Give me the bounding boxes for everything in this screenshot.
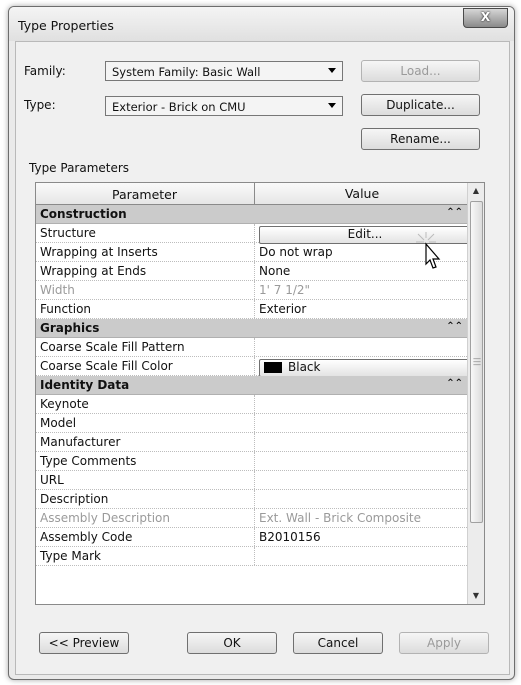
param-name: Structure [40,226,96,240]
param-name: Description [40,492,109,506]
param-name: Keynote [40,397,89,411]
param-name: Assembly Description [40,511,170,525]
param-name: Coarse Scale Fill Color [40,359,173,373]
table-row[interactable]: Type Mark [36,547,469,566]
table-row[interactable]: Coarse Scale Fill Pattern [36,338,469,357]
ok-button[interactable]: OK [187,632,277,654]
group-name: Construction [40,207,127,221]
chevron-double-up-icon[interactable]: ⌃⌃ [446,321,463,332]
group-header-graphics[interactable]: Graphics ⌃⌃ [36,319,469,338]
table-row[interactable]: Model [36,414,469,433]
param-name: Type Mark [40,549,101,563]
chevron-down-icon [328,68,336,73]
preview-button[interactable]: << Preview [39,632,129,654]
param-value[interactable]: Exterior [259,302,306,316]
table-row[interactable]: Description [36,490,469,509]
table-row[interactable]: Wrapping at Inserts Do not wrap [36,243,469,262]
group-header-construction[interactable]: Construction ⌃⌃ [36,205,469,224]
param-name: Model [40,416,77,430]
family-value: System Family: Basic Wall [112,65,261,79]
group-name: Identity Data [40,378,130,392]
table-row[interactable]: Assembly Code B2010156 [36,528,469,547]
color-name: Black [288,360,321,374]
type-label: Type: [24,98,56,112]
type-value: Exterior - Brick on CMU [112,100,246,114]
param-value[interactable]: B2010156 [259,530,321,544]
type-properties-dialog: Type Properties X Family: System Family:… [8,6,515,680]
vertical-scrollbar[interactable]: ▲ — — — ▼ [467,183,484,604]
family-dropdown[interactable]: System Family: Basic Wall [105,61,343,81]
table-row[interactable]: URL [36,471,469,490]
table-row[interactable]: Coarse Scale Fill Color Black [36,357,471,377]
column-header-parameter: Parameter [111,187,178,202]
param-value[interactable]: None [259,264,290,278]
column-header-value: Value [254,183,469,205]
param-name: Coarse Scale Fill Pattern [40,340,185,354]
chevron-double-up-icon[interactable]: ⌃⌃ [446,378,463,389]
grip-icon: — — — [473,354,481,369]
param-value: Ext. Wall - Brick Composite [259,511,421,525]
param-name: Width [40,283,75,297]
type-parameters-label: Type Parameters [29,161,130,175]
fill-color-button[interactable]: Black [259,359,471,377]
param-name: Wrapping at Inserts [40,245,158,259]
color-swatch [264,362,282,373]
type-dropdown[interactable]: Exterior - Brick on CMU [105,96,343,116]
table-row[interactable]: Structure Edit... [36,224,471,244]
param-name: Wrapping at Ends [40,264,147,278]
scroll-down-arrow-icon[interactable]: ▼ [468,588,484,604]
param-name: Assembly Code [40,530,133,544]
load-button[interactable]: Load... [361,60,480,82]
param-name: Type Comments [40,454,137,468]
table-row: Width 1' 7 1/2" [36,281,469,300]
table-row[interactable]: Function Exterior [36,300,469,319]
parameters-table: Parameter Value Construction ⌃⌃ Structur… [36,183,471,566]
title-bar: Type Properties X [9,7,514,41]
rename-button[interactable]: Rename... [361,128,480,150]
group-header-identity-data[interactable]: Identity Data ⌃⌃ [36,376,469,395]
family-label: Family: [24,64,66,78]
param-name: Function [40,302,92,316]
table-row[interactable]: Keynote [36,395,469,414]
table-row[interactable]: Manufacturer [36,433,469,452]
table-row: Assembly Description Ext. Wall - Brick C… [36,509,469,528]
chevron-down-icon [328,103,336,108]
group-name: Graphics [40,321,100,335]
scrollbar-thumb[interactable]: — — — [470,201,483,523]
param-value[interactable]: Do not wrap [259,245,333,259]
close-button[interactable]: X [463,8,508,28]
scroll-up-arrow-icon[interactable]: ▲ [468,183,484,199]
param-name: URL [40,473,64,487]
table-row[interactable]: Type Comments [36,452,469,471]
chevron-double-up-icon[interactable]: ⌃⌃ [446,207,463,218]
apply-button[interactable]: Apply [399,632,489,654]
param-name: Manufacturer [40,435,121,449]
param-value: 1' 7 1/2" [259,283,311,297]
cancel-button[interactable]: Cancel [293,632,383,654]
table-row[interactable]: Wrapping at Ends None [36,262,469,281]
mouse-pointer-icon [416,232,441,269]
dialog-title: Type Properties [18,18,114,33]
table-header: Parameter Value [36,183,469,205]
duplicate-button[interactable]: Duplicate... [361,94,480,116]
